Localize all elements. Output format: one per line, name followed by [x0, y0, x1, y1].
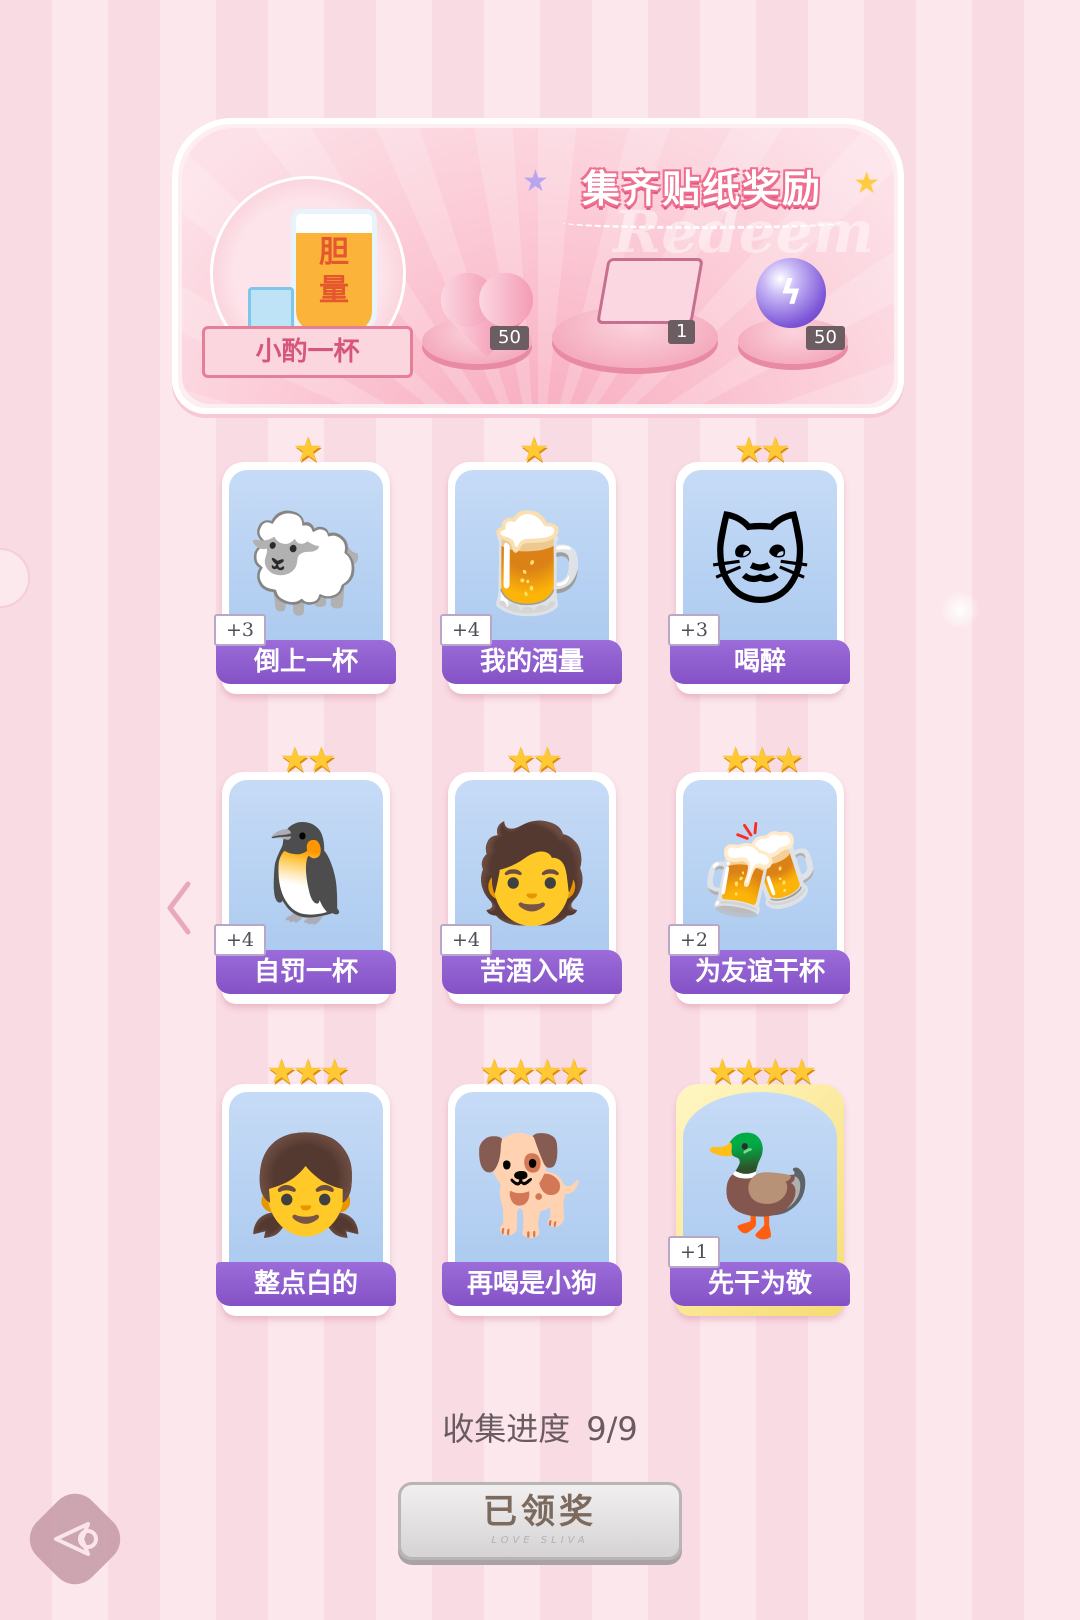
reward-panel: Redeem ★ 集齐贴纸奖励 ★ 胆 量 小酌一杯 50 1 ϟ 50	[172, 118, 904, 414]
sticker-card[interactable]: 🧑 ★★ 苦酒入喉 +4	[440, 740, 622, 1008]
sticker-card[interactable]: 👧 ★★★ 整点白的	[216, 1052, 396, 1320]
sticker-name: 我的酒量	[442, 640, 622, 684]
star-rating: ★	[292, 430, 323, 470]
sticker-name: 倒上一杯	[216, 640, 396, 684]
sticker-card[interactable]: 🐧 ★★ 自罚一杯 +4	[214, 740, 396, 1008]
sheep-icon: 🐑	[246, 507, 366, 619]
claim-button-subtext: LOVE SLIVA	[491, 1535, 589, 1546]
star-rating: ★★★★	[707, 1052, 817, 1092]
sticker-name: 喝醉	[670, 640, 850, 684]
sticker-bonus: +4	[440, 924, 493, 956]
progress-value: 9/9	[586, 1410, 638, 1448]
sticker-bonus: +1	[668, 1236, 721, 1268]
reward-panel-background: Redeem ★ 集齐贴纸奖励 ★ 胆 量 小酌一杯 50 1 ϟ 50	[182, 128, 894, 404]
gift-box-icon	[596, 258, 704, 324]
star-rating: ★★★	[720, 740, 803, 780]
star-rating: ★★	[505, 740, 563, 780]
main-reward-label: 小酌一杯	[202, 326, 413, 378]
cheers-icon: 🍻	[700, 817, 820, 929]
progress-label: 收集进度	[442, 1410, 571, 1448]
star-icon: ★	[853, 166, 880, 201]
sticker-art: 🐕	[455, 1092, 609, 1282]
sticker-card[interactable]: 🦆 ★★★★ 先干为敬 +1	[668, 1052, 850, 1320]
sticker-card[interactable]: 🐱 ★★ 喝醉 +3	[668, 430, 850, 698]
sticker-bonus: +2	[668, 924, 721, 956]
beer-glass-icon: 胆 量	[291, 209, 377, 337]
sticker-bonus: +3	[214, 614, 267, 646]
star-rating: ★★	[279, 740, 337, 780]
star-rating: ★★	[733, 430, 791, 470]
sticker-card[interactable]: 🍺 ★ 我的酒量 +4	[440, 430, 622, 698]
beer-icon: 🍺	[472, 507, 592, 619]
beer-glass-text-1: 胆	[319, 235, 349, 270]
sticker-card[interactable]: 🐕 ★★★★ 再喝是小狗	[442, 1052, 622, 1320]
star-icon: ★	[522, 164, 549, 199]
sticker-bonus: +4	[440, 614, 493, 646]
sticker-card[interactable]: 🐑 ★ 倒上一杯 +3	[214, 430, 396, 698]
claim-button-label: 已领奖	[483, 1492, 597, 1532]
sticker-card[interactable]: 🍻 ★★★ 为友谊干杯 +2	[668, 740, 850, 1008]
back-arrow-icon	[54, 1522, 98, 1556]
sticker-bonus: +4	[214, 924, 267, 956]
sparkle-icon	[940, 590, 980, 630]
red-hair-boy-icon: 🧑	[472, 817, 592, 929]
claimed-reward-button[interactable]: 已领奖 LOVE SLIVA	[398, 1482, 682, 1560]
sticker-art: 👧	[229, 1092, 383, 1282]
penguin-icon: 🐧	[246, 817, 366, 929]
star-rating: ★★★★	[479, 1052, 589, 1092]
reward-title-banner: ★ 集齐贴纸奖励 ★	[522, 158, 880, 229]
sticker-name: 再喝是小狗	[442, 1262, 622, 1306]
sticker-name: 为友谊干杯	[670, 950, 850, 994]
sticker-name: 先干为敬	[670, 1262, 850, 1306]
star-rating: ★★★	[266, 1052, 349, 1092]
purple-energy-orb-icon: ϟ	[756, 258, 826, 328]
cat-icon: 🐱	[709, 507, 811, 619]
sticker-name: 苦酒入喉	[442, 950, 622, 994]
chevron-left-icon[interactable]	[164, 878, 194, 938]
reward-item-giftbox[interactable]	[592, 238, 704, 328]
sticker-name: 自罚一杯	[216, 950, 396, 994]
side-drawer-tab[interactable]	[0, 548, 30, 608]
reward-item-heart[interactable]	[448, 270, 526, 358]
sticker-bonus: +3	[668, 614, 721, 646]
collection-progress: 收集进度 9/9	[0, 1404, 1080, 1450]
reward-qty: 1	[668, 320, 696, 344]
reward-title: 集齐贴纸奖励	[581, 167, 822, 211]
star-rating: ★	[518, 430, 549, 470]
title-dashed-arc	[562, 216, 842, 229]
reward-item-orb[interactable]: ϟ	[756, 258, 830, 332]
reward-qty: 50	[490, 326, 529, 350]
back-button[interactable]	[19, 1483, 131, 1595]
sticker-name: 整点白的	[216, 1262, 396, 1306]
orange-hair-girl-icon: 👧	[246, 1129, 366, 1241]
husky-dog-icon: 🐕	[472, 1129, 592, 1241]
beer-glass-text-2: 量	[319, 273, 349, 308]
duck-icon: 🦆	[700, 1129, 820, 1241]
reward-qty: 50	[806, 326, 845, 350]
